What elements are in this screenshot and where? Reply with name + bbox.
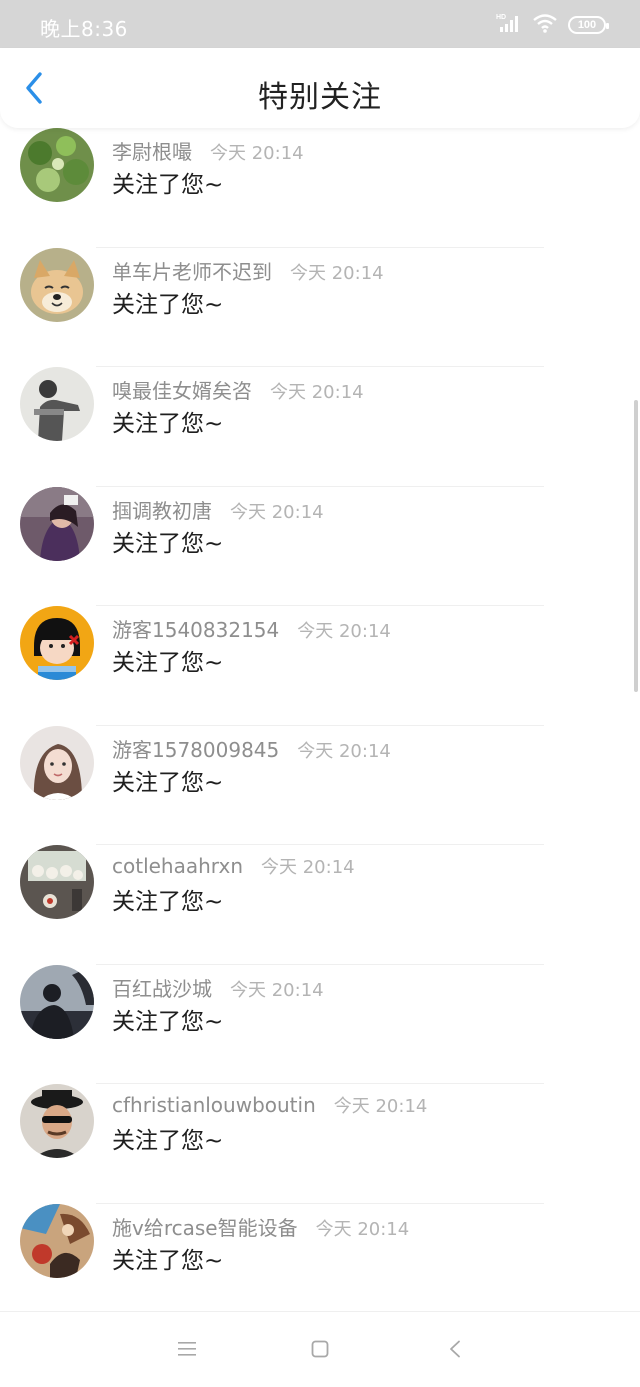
avatar[interactable]: [20, 128, 94, 202]
avatar[interactable]: [20, 606, 94, 680]
svg-text:HD: HD: [496, 14, 506, 21]
username[interactable]: 游客1540832154: [112, 614, 279, 643]
avatar[interactable]: [20, 1084, 94, 1158]
person-pose-avatar: [20, 367, 94, 441]
username[interactable]: 单车片老师不迟到: [112, 256, 272, 285]
timestamp: 今天 20:14: [270, 382, 364, 403]
man-hat-avatar: [20, 1084, 94, 1158]
home-square-icon: [311, 1340, 329, 1362]
timestamp: 今天 20:14: [210, 143, 304, 164]
list-item[interactable]: 百红战沙城 今天 20:14 关注了您~: [0, 925, 640, 1084]
list-item[interactable]: 游客1578009845 今天 20:14 关注了您~: [0, 686, 640, 845]
menu-icon: [177, 1341, 197, 1361]
silhouette-sky-avatar: [20, 964, 94, 1039]
list-item[interactable]: 嗅最佳女婿矣咨 今天 20:14 关注了您~: [0, 327, 640, 487]
shiba-dog-avatar: [20, 247, 94, 322]
avatar[interactable]: [20, 367, 94, 441]
message-text: 关注了您~: [112, 769, 224, 796]
message-text: 关注了您~: [112, 889, 224, 915]
name-line: 百红战沙城 今天 20:14: [112, 973, 324, 1002]
list-item[interactable]: 掴调教初唐 今天 20:14 关注了您~: [0, 447, 640, 606]
username[interactable]: 施v给rcase智能设备: [112, 1212, 298, 1241]
girl-purple-avatar: [20, 486, 94, 561]
username[interactable]: 嗅最佳女婿矣咨: [112, 375, 252, 404]
timestamp: 今天 20:14: [315, 1218, 410, 1240]
timestamp: 今天 20:14: [261, 857, 355, 878]
timestamp: 今天 20:14: [297, 621, 391, 642]
list-item[interactable]: cfhristianlouwboutin 今天 20:14 关注了您~: [0, 1044, 640, 1204]
message-text: 关注了您~: [112, 291, 224, 318]
username[interactable]: cfhristianlouwboutin: [112, 1093, 316, 1117]
message-text: 关注了您~: [112, 411, 224, 437]
page-title: 特别关注: [258, 80, 382, 115]
username[interactable]: cotlehaahrxn: [112, 854, 243, 878]
avatar[interactable]: [20, 845, 94, 919]
name-line: 嗅最佳女婿矣咨 今天 20:14: [112, 375, 364, 404]
message-text: 关注了您~: [112, 1247, 224, 1274]
home-button[interactable]: [305, 1336, 335, 1366]
status-icons: HD 100: [496, 12, 609, 38]
cartoon-girl-avatar: [20, 606, 94, 680]
name-line: 游客1578009845 今天 20:14: [112, 734, 391, 763]
status-time: 晚上8:36: [40, 17, 128, 41]
avatar[interactable]: [20, 725, 94, 800]
timestamp: 今天 20:14: [297, 740, 391, 762]
message-text: 关注了您~: [112, 1128, 224, 1154]
nav-back-button[interactable]: [440, 1336, 470, 1366]
username[interactable]: 百红战沙城: [112, 973, 212, 1002]
battery-icon: 100: [568, 16, 609, 34]
message-text: 关注了您~: [112, 650, 224, 676]
avatar[interactable]: [20, 486, 94, 561]
message-text: 关注了您~: [112, 172, 224, 198]
list-item[interactable]: 施v给rcase智能设备 今天 20:14 关注了您~: [0, 1164, 640, 1323]
username[interactable]: 游客1578009845: [112, 734, 279, 763]
name-line: 掴调教初唐 今天 20:14: [112, 495, 324, 524]
girl-portrait-avatar: [20, 725, 94, 800]
hd-signal-icon: HD: [496, 12, 522, 38]
name-line: 游客1540832154 今天 20:14: [112, 614, 391, 643]
wifi-icon: [532, 12, 558, 38]
back-triangle-icon: [448, 1340, 462, 1362]
avatar[interactable]: [20, 964, 94, 1039]
avatar[interactable]: [20, 1203, 94, 1278]
name-line: cfhristianlouwboutin 今天 20:14: [112, 1092, 427, 1118]
timestamp: 今天 20:14: [290, 262, 384, 284]
menu-button[interactable]: [172, 1336, 202, 1366]
name-line: 施v给rcase智能设备 今天 20:14: [112, 1212, 409, 1241]
timestamp: 今天 20:14: [230, 501, 324, 523]
name-line: cotlehaahrxn 今天 20:14: [112, 853, 355, 879]
timestamp: 今天 20:14: [230, 979, 324, 1001]
clover-plant-avatar: [20, 128, 94, 202]
colorful-art-avatar: [20, 1203, 94, 1278]
screen: 晚上8:36 HD 100 特别关注 李尉根嘬 今天 20:14 关注了您~ 单…: [0, 0, 640, 1387]
notification-list: 李尉根嘬 今天 20:14 关注了您~ 单车片老师不迟到 今天 20:14 关注…: [0, 88, 640, 1323]
username[interactable]: 掴调教初唐: [112, 495, 212, 524]
list-item[interactable]: 单车片老师不迟到 今天 20:14 关注了您~: [0, 208, 640, 367]
scrollbar[interactable]: [634, 400, 638, 692]
window-decor-avatar: [20, 845, 94, 919]
avatar[interactable]: [20, 247, 94, 322]
username[interactable]: 李尉根嘬: [112, 136, 192, 165]
name-line: 李尉根嘬 今天 20:14: [112, 136, 304, 165]
message-text: 关注了您~: [112, 1008, 224, 1035]
status-bar: 晚上8:36 HD 100: [0, 0, 640, 48]
name-line: 单车片老师不迟到 今天 20:14: [112, 256, 384, 285]
message-text: 关注了您~: [112, 530, 224, 557]
navigation-bar: [0, 1311, 640, 1387]
list-item[interactable]: 游客1540832154 今天 20:14 关注了您~: [0, 566, 640, 726]
list-item[interactable]: cotlehaahrxn 今天 20:14 关注了您~: [0, 805, 640, 965]
timestamp: 今天 20:14: [333, 1096, 428, 1117]
header: 特别关注: [0, 48, 640, 128]
